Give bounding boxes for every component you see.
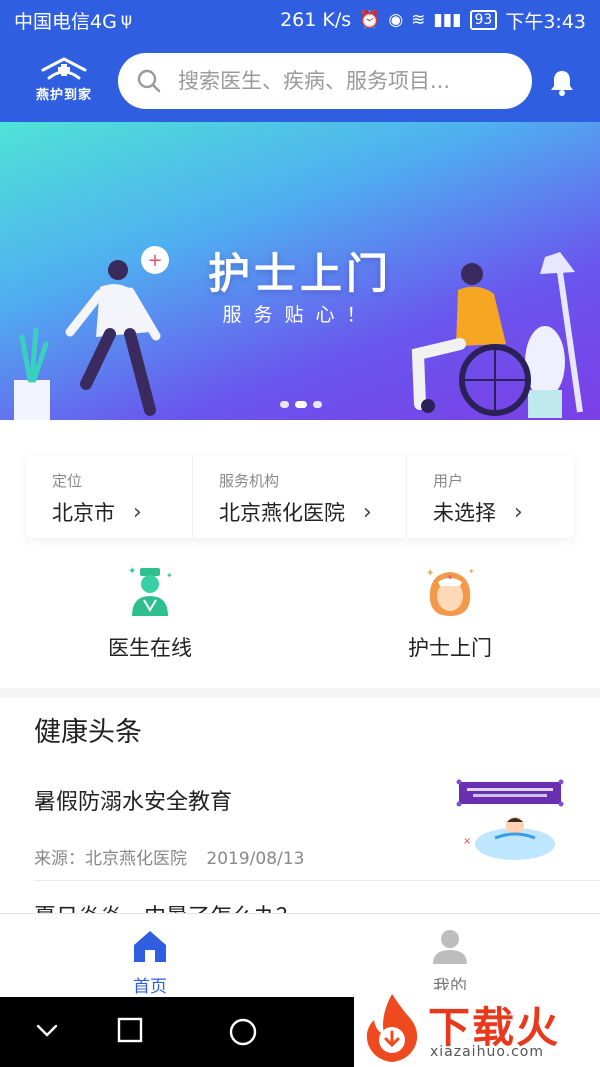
- bell-icon[interactable]: [549, 68, 575, 96]
- svg-text:×: ×: [463, 836, 471, 847]
- promo-banner[interactable]: + 护士上门 服务贴心！: [0, 122, 600, 420]
- tab-home[interactable]: 首页: [0, 914, 300, 997]
- signal-icon: ▮▮▮: [433, 9, 462, 30]
- site-watermark: 下载火 xiazaihuo.com: [354, 990, 600, 1067]
- network-speed: 261 K/s: [280, 9, 352, 31]
- search-icon: [137, 69, 161, 93]
- nurse-icon: ✦ ✦: [426, 567, 475, 616]
- news-date: 2019/08/13: [206, 849, 305, 869]
- location-institution-value: 北京燕化医院: [219, 501, 345, 525]
- location-city[interactable]: 定位 北京市 ›: [26, 456, 192, 538]
- carousel-dot[interactable]: [313, 401, 322, 408]
- chevron-right-icon: ›: [514, 499, 523, 525]
- status-bar: 中国电信4G ψ 261 K/s ⏰ ◉ ≋ ▮▮▮ 93 下午3:43: [0, 0, 600, 40]
- logo-text: 燕护到家: [35, 88, 92, 103]
- tab-mine[interactable]: 我的: [300, 914, 600, 997]
- nav-recents-icon[interactable]: [117, 1017, 143, 1043]
- location-user-label: 用户: [433, 472, 464, 490]
- svg-text:✦: ✦: [128, 566, 136, 577]
- bottom-tab-bar: 首页 我的: [0, 913, 600, 997]
- service-nurse-visit[interactable]: ✦ ✦ 护士上门: [350, 560, 550, 662]
- news-headline: 夏日炎炎，中暑了怎么办？: [34, 900, 574, 913]
- watermark-url: xiazaihuo.com: [430, 1044, 544, 1060]
- carrier-label: 中国电信4G: [14, 10, 117, 33]
- carousel-dot-active[interactable]: [295, 401, 307, 408]
- svg-text:✦: ✦: [426, 568, 434, 579]
- app-header: 中国电信4G ψ 261 K/s ⏰ ◉ ≋ ▮▮▮ 93 下午3:43 燕护到…: [0, 0, 600, 122]
- clock: 下午3:43: [505, 10, 586, 33]
- location-institution[interactable]: 服务机构 北京燕化医院 ›: [192, 456, 406, 538]
- doctor-icon: ✦ ✦: [128, 566, 173, 616]
- nav-collapse-icon[interactable]: [34, 1017, 60, 1043]
- service-doctor-label: 医生在线: [108, 636, 192, 660]
- usb-icon: ψ: [120, 9, 133, 30]
- battery-level: 93: [474, 12, 493, 28]
- chevron-right-icon: ›: [363, 499, 372, 525]
- eye-icon: ◉: [388, 9, 404, 30]
- battery-icon: 93: [469, 10, 498, 30]
- tab-home-label: 首页: [133, 977, 167, 997]
- location-user[interactable]: 用户 未选择 ›: [406, 456, 574, 538]
- search-bar[interactable]: [118, 53, 532, 109]
- location-city-label: 定位: [52, 472, 83, 490]
- alarm-icon: ⏰: [359, 9, 381, 30]
- svg-text:✦: ✦: [468, 567, 475, 576]
- banner-title: 护士上门: [207, 249, 392, 298]
- svg-text:✦: ✦: [166, 571, 173, 580]
- news-thumbnail[interactable]: ×: [455, 778, 565, 868]
- search-input[interactable]: [178, 69, 498, 93]
- logo-icon: [41, 57, 87, 80]
- news-source: 来源：北京燕化医院: [34, 849, 187, 869]
- nav-home-icon[interactable]: [228, 1017, 258, 1047]
- service-nurse-label: 护士上门: [408, 636, 492, 660]
- location-city-value: 北京市: [52, 501, 115, 525]
- location-institution-label: 服务机构: [219, 472, 280, 490]
- news-divider: [34, 880, 600, 881]
- news-item[interactable]: 夏日炎炎，中暑了怎么办？: [34, 900, 574, 913]
- news-section-title: 健康头条: [34, 717, 142, 748]
- banner-subtitle: 服务贴心！: [222, 304, 378, 326]
- carousel-dot[interactable]: [280, 401, 289, 408]
- home-icon: [134, 931, 166, 962]
- fire-logo-icon: [366, 994, 418, 1062]
- service-doctor-online[interactable]: ✦ ✦ 医生在线: [50, 560, 250, 662]
- location-user-value: 未选择: [433, 501, 496, 525]
- app-logo[interactable]: 燕护到家: [22, 56, 106, 106]
- wifi-icon: ≋: [411, 9, 426, 30]
- user-icon: [433, 930, 467, 964]
- chevron-right-icon: ›: [133, 499, 142, 525]
- location-selector: 定位 北京市 › 服务机构 北京燕化医院 › 用户 未选择 ›: [26, 456, 574, 538]
- section-separator: [0, 688, 600, 698]
- carousel-indicator[interactable]: [280, 401, 322, 408]
